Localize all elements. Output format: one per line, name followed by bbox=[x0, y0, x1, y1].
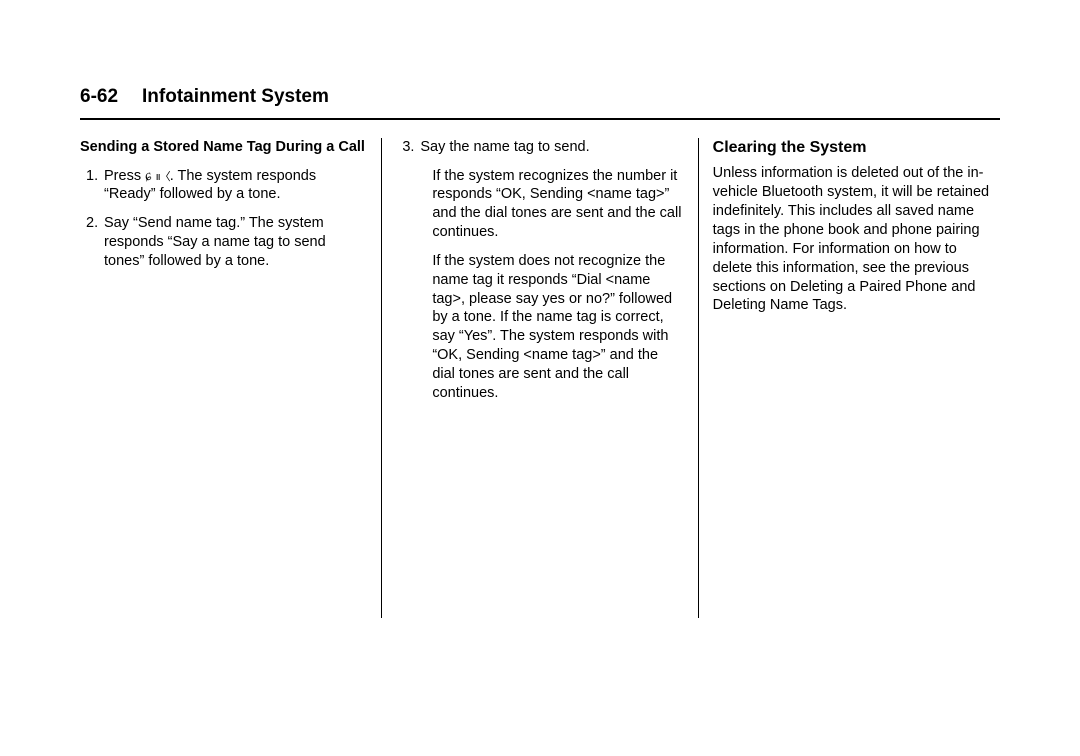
voice-icon: ıı〈 bbox=[156, 170, 170, 184]
page-number: 6-62 bbox=[80, 86, 118, 107]
subheading-sending: Sending a Stored Name Tag During a Call bbox=[80, 138, 367, 157]
step-text: Press ɕ ıı〈. The system responds “Ready”… bbox=[104, 167, 367, 205]
column-2: 3. Say the name tag to send. If the syst… bbox=[382, 138, 697, 618]
step-list: 1. Press ɕ ıı〈. The system responds “Rea… bbox=[80, 167, 367, 271]
step-number: 2. bbox=[80, 214, 104, 271]
step-number: 3. bbox=[396, 138, 420, 157]
sub-paragraph-not-recognize: If the system does not recognize the nam… bbox=[420, 252, 683, 403]
step-text: Say the name tag to send. bbox=[420, 138, 683, 157]
step-1: 1. Press ɕ ıı〈. The system responds “Rea… bbox=[80, 167, 367, 205]
page-header: 6-62 Infotainment System bbox=[80, 85, 1000, 120]
chapter-title: Infotainment System bbox=[142, 86, 329, 107]
step-2: 2. Say “Send name tag.” The system respo… bbox=[80, 214, 367, 271]
sub-paragraph-recognize: If the system recognizes the number it r… bbox=[420, 167, 683, 242]
content-columns: Sending a Stored Name Tag During a Call … bbox=[80, 138, 1000, 618]
heading-clearing: Clearing the System bbox=[713, 138, 1000, 159]
step-3: 3. Say the name tag to send. bbox=[396, 138, 683, 157]
body-paragraph: Unless information is deleted out of the… bbox=[713, 164, 1000, 315]
step-list-cont: 3. Say the name tag to send. bbox=[396, 138, 683, 157]
step-number: 1. bbox=[80, 167, 104, 205]
column-3: Clearing the System Unless information i… bbox=[699, 138, 1000, 618]
step-text: Say “Send name tag.” The system responds… bbox=[104, 214, 367, 271]
column-1: Sending a Stored Name Tag During a Call … bbox=[80, 138, 381, 618]
